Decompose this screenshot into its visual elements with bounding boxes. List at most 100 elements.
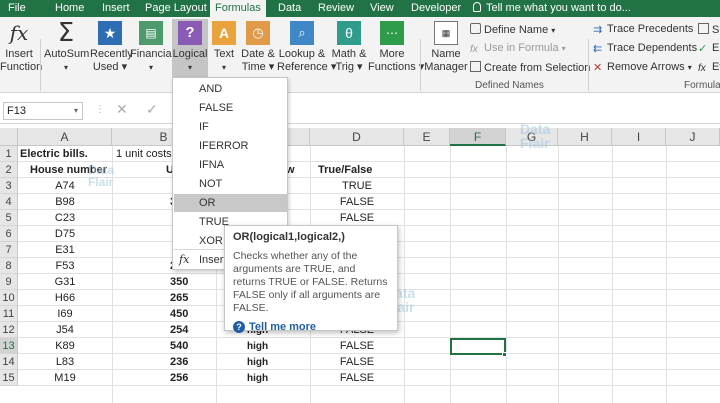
define-name-button[interactable]: Define Name ▾ <box>470 23 555 37</box>
true-false-cell[interactable]: FALSE <box>310 354 404 370</box>
trace-dependents-button[interactable]: ⇇ Trace Dependents <box>593 42 697 55</box>
title-cell[interactable]: Electric bills. <box>20 146 88 162</box>
true-false-cell[interactable]: FALSE <box>310 210 404 226</box>
row-header-12[interactable]: 12 <box>0 322 18 338</box>
row-header-3[interactable]: 3 <box>0 178 18 194</box>
evaluate-formula-button[interactable]: fxEv <box>698 61 720 74</box>
select-all-corner[interactable] <box>0 128 18 146</box>
row-header-13[interactable]: 13 <box>0 338 18 354</box>
tab-page-layout[interactable]: Page Layout <box>145 0 207 17</box>
units-cell[interactable]: 265 <box>170 290 188 306</box>
house-number-cell[interactable]: E31 <box>18 242 112 258</box>
menu-item-ifna[interactable]: IFNA <box>174 156 287 174</box>
house-number-cell[interactable]: H66 <box>18 290 112 306</box>
tab-formulas[interactable]: Formulas <box>210 0 266 17</box>
tab-view[interactable]: View <box>370 0 394 17</box>
tab-review[interactable]: Review <box>318 0 354 17</box>
math-trig-button[interactable]: θ Math & Trig ▾ <box>330 21 368 74</box>
error-checking-button[interactable]: ✓Er <box>698 42 720 55</box>
lookup-reference-button[interactable]: ⌕ Lookup & Reference ▾ <box>277 21 336 74</box>
house-number-cell[interactable]: B98 <box>18 194 112 210</box>
usage-cell[interactable]: high <box>247 355 268 371</box>
row-header-6[interactable]: 6 <box>0 226 18 242</box>
menu-item-iferror[interactable]: IFERROR <box>174 137 287 155</box>
true-false-cell[interactable]: FALSE <box>310 194 404 210</box>
use-in-formula-button[interactable]: fx Use in Formula ▾ <box>470 42 566 55</box>
selected-cell-f13[interactable] <box>450 338 506 355</box>
house-number-cell[interactable]: J54 <box>18 322 112 338</box>
unit-cost-label-cell[interactable]: 1 unit costs <box>116 146 172 162</box>
autosum-button[interactable]: Σ AutoSum ▾ <box>44 20 89 74</box>
row-header-7[interactable]: 7 <box>0 242 18 258</box>
insert-function-button[interactable]: fx Insert Function <box>0 21 43 74</box>
tab-insert[interactable]: Insert <box>102 0 130 17</box>
column-header-i[interactable]: I <box>612 128 666 146</box>
row-header-5[interactable]: 5 <box>0 210 18 226</box>
tab-file[interactable]: File <box>8 0 26 17</box>
house-number-cell[interactable]: D75 <box>18 226 112 242</box>
house-number-cell[interactable]: F53 <box>18 258 112 274</box>
tell-me-search[interactable]: Tell me what you want to do... <box>473 0 631 17</box>
create-from-selection-button[interactable]: Create from Selection <box>470 61 590 75</box>
units-cell[interactable]: 236 <box>170 354 188 370</box>
house-number-cell[interactable]: L83 <box>18 354 112 370</box>
true-false-cell[interactable]: TRUE <box>310 178 404 194</box>
usage-cell[interactable]: high <box>247 339 268 355</box>
more-functions-button[interactable]: ⋯ More Functions ▾ <box>368 21 424 74</box>
column-header-a[interactable]: A <box>18 128 112 146</box>
row-header-1[interactable]: 1 <box>0 146 18 162</box>
remove-arrows-button[interactable]: ✕ Remove Arrows ▾ <box>593 61 692 74</box>
menu-item-not[interactable]: NOT <box>174 175 287 193</box>
tab-home[interactable]: Home <box>55 0 84 17</box>
show-formulas-button[interactable]: Sh <box>698 23 720 37</box>
menu-item-false[interactable]: FALSE <box>174 99 287 117</box>
insert-function-label-2: Function <box>0 61 43 73</box>
logical-button[interactable]: ? Logical ▾ <box>172 19 208 79</box>
usage-cell[interactable]: high <box>247 371 268 387</box>
fill-handle[interactable] <box>502 352 507 357</box>
column-header-e[interactable]: E <box>404 128 450 146</box>
row-header-11[interactable]: 11 <box>0 306 18 322</box>
units-cell[interactable]: 450 <box>170 306 188 322</box>
house-number-cell[interactable]: I69 <box>18 306 112 322</box>
menu-item-or[interactable]: OR <box>174 194 287 212</box>
menu-item-and[interactable]: AND <box>174 80 287 98</box>
column-header-f[interactable]: F <box>450 128 506 146</box>
date-time-button[interactable]: ◷ Date & Time ▾ <box>240 21 276 74</box>
enter-icon[interactable]: ✓ <box>146 101 158 118</box>
header-true-false[interactable]: True/False <box>318 162 372 178</box>
name-manager-button[interactable]: ▦ Name Manager <box>424 21 468 74</box>
units-cell[interactable]: 256 <box>170 370 188 386</box>
column-header-d[interactable]: D <box>310 128 404 146</box>
tab-developer[interactable]: Developer <box>411 0 461 17</box>
math-label-1: Math & <box>331 48 367 60</box>
true-false-cell[interactable]: FALSE <box>310 338 404 354</box>
house-number-cell[interactable]: K89 <box>18 338 112 354</box>
row-header-4[interactable]: 4 <box>0 194 18 210</box>
units-cell[interactable]: 254 <box>170 322 188 338</box>
row-header-8[interactable]: 8 <box>0 258 18 274</box>
row-header-9[interactable]: 9 <box>0 274 18 290</box>
text-book-icon: A <box>212 21 236 45</box>
row-header-2[interactable]: 2 <box>0 162 18 178</box>
column-header-h[interactable]: H <box>558 128 612 146</box>
column-header-j[interactable]: J <box>666 128 720 146</box>
units-cell[interactable]: 540 <box>170 338 188 354</box>
menu-item-if[interactable]: IF <box>174 118 287 136</box>
name-box[interactable]: F13 ▾ <box>3 102 83 120</box>
house-number-cell[interactable]: G31 <box>18 274 112 290</box>
recently-used-button[interactable]: ★ Recently Used ▾ <box>90 21 133 74</box>
house-number-cell[interactable]: C23 <box>18 210 112 226</box>
true-false-cell[interactable]: FALSE <box>310 370 404 386</box>
units-cell[interactable]: 350 <box>170 274 188 290</box>
financial-button[interactable]: ▤ Financial ▾ <box>130 21 174 74</box>
row-header-15[interactable]: 15 <box>0 370 18 386</box>
cancel-icon[interactable]: ✕ <box>116 101 128 118</box>
trace-precedents-button[interactable]: ⇉ Trace Precedents <box>593 23 693 36</box>
tell-me-more-link[interactable]: ? Tell me more <box>233 321 389 333</box>
house-number-cell[interactable]: M19 <box>18 370 112 386</box>
tab-data[interactable]: Data <box>278 0 301 17</box>
text-button[interactable]: A Text ▾ <box>210 21 238 74</box>
row-header-14[interactable]: 14 <box>0 354 18 370</box>
row-header-10[interactable]: 10 <box>0 290 18 306</box>
